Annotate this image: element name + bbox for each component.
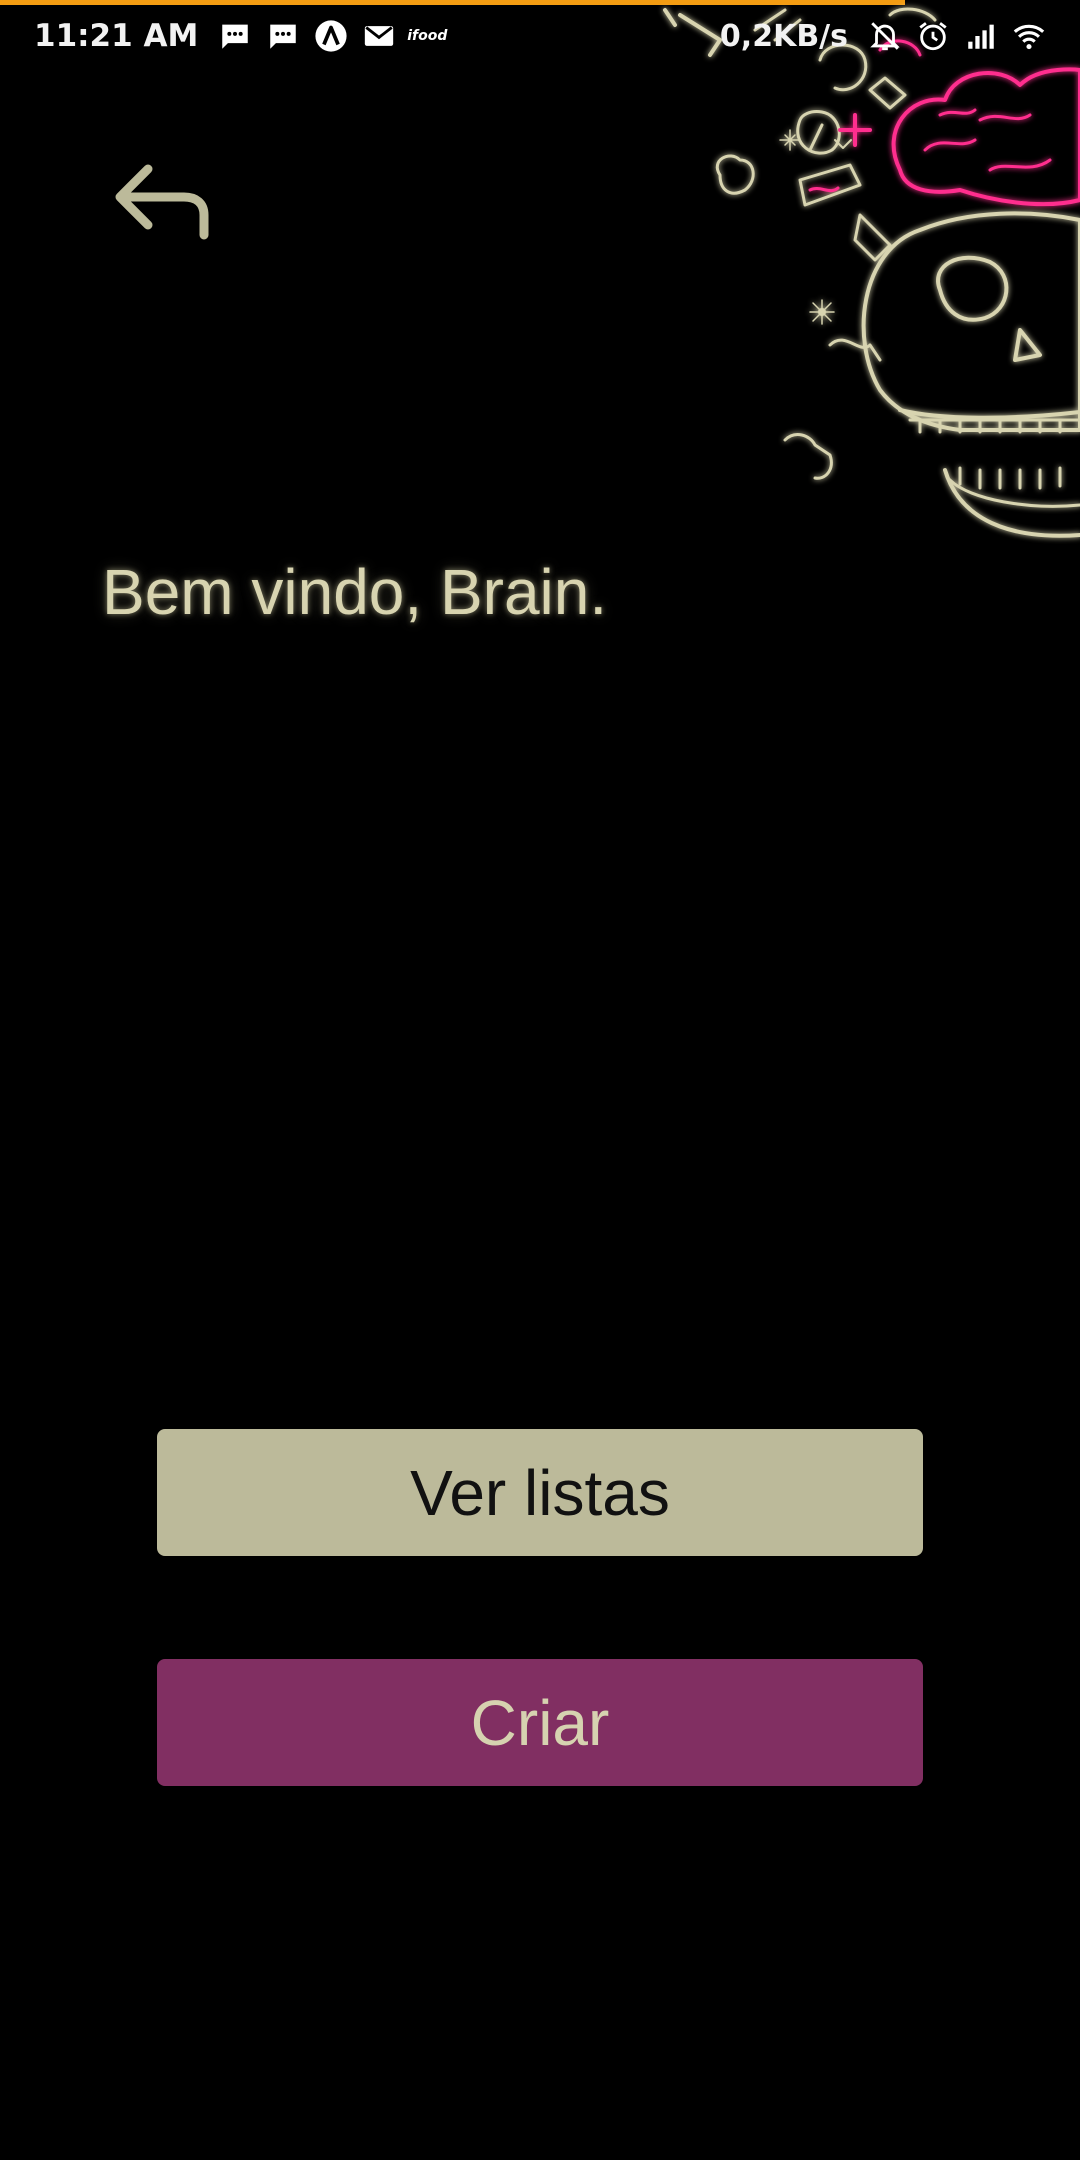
view-lists-button[interactable]: Ver listas <box>157 1429 923 1556</box>
gmail-icon <box>362 19 396 53</box>
alarm-icon <box>916 19 950 53</box>
message-icon <box>266 19 300 53</box>
status-bar: 11:21 AM ifood 0,2KB/s <box>0 0 1080 72</box>
create-button[interactable]: Criar <box>157 1659 923 1786</box>
message-icon <box>218 19 252 53</box>
status-time: 11:21 AM <box>34 18 199 54</box>
status-right: 0,2KB/s <box>720 19 1046 54</box>
wifi-icon <box>1012 19 1046 53</box>
skull-brain-icon <box>663 7 1080 538</box>
back-arrow-icon <box>115 164 209 240</box>
network-speed: 0,2KB/s <box>719 18 848 54</box>
back-button[interactable] <box>108 155 228 255</box>
welcome-message: Bem vindo, Brain. <box>102 556 608 628</box>
ifood-icon: ifood <box>407 28 448 44</box>
status-left: 11:21 AM ifood <box>34 18 448 54</box>
neon-skull-illustration <box>560 0 1080 560</box>
app-a-icon <box>314 19 348 53</box>
bell-off-icon <box>868 19 902 53</box>
signal-icon <box>964 19 998 53</box>
